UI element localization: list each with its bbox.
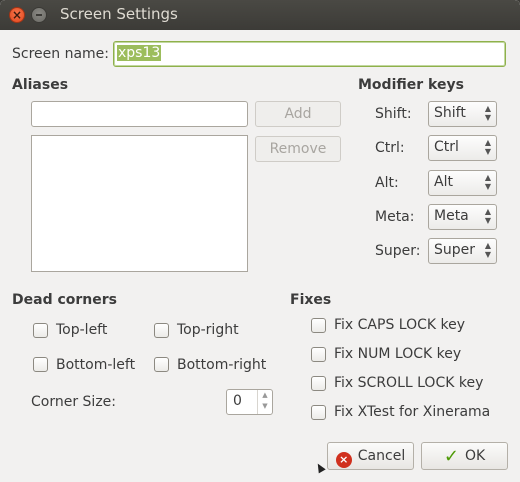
- shift-label: Shift:: [375, 106, 412, 122]
- bottom-right-checkbox[interactable]: [154, 357, 169, 372]
- alt-value: Alt: [434, 174, 453, 190]
- title-bar: × Screen Settings: [0, 0, 520, 30]
- fix-scroll-lock-label[interactable]: Fix SCROLL LOCK key: [334, 375, 483, 391]
- window-title: Screen Settings: [60, 5, 178, 23]
- super-value: Super: [434, 242, 476, 258]
- fix-xtest-checkbox[interactable]: [311, 405, 326, 420]
- ok-button[interactable]: ✓ OK: [421, 442, 508, 470]
- spin-arrows-icon: ▲ ▼: [484, 207, 491, 225]
- screen-settings-dialog: × Screen Settings Screen name: xps13 Ali…: [0, 0, 520, 482]
- corner-size-value: 0: [233, 393, 242, 409]
- alt-select[interactable]: Alt ▲ ▼: [428, 170, 497, 196]
- alt-label: Alt:: [375, 175, 399, 191]
- close-icon[interactable]: ×: [9, 7, 25, 23]
- spin-arrows-icon: ▲ ▼: [484, 138, 491, 156]
- modifier-keys-heading: Modifier keys: [358, 77, 464, 93]
- remove-alias-button[interactable]: Remove: [255, 136, 341, 162]
- spin-arrows-icon[interactable]: ▲ ▼: [257, 390, 272, 414]
- spin-arrows-icon: ▲ ▼: [484, 241, 491, 259]
- checkmark-icon: ✓: [443, 446, 459, 467]
- fix-caps-lock-checkbox[interactable]: [311, 318, 326, 333]
- ctrl-select[interactable]: Ctrl ▲ ▼: [428, 135, 497, 161]
- shift-select[interactable]: Shift ▲ ▼: [428, 101, 497, 127]
- corner-size-label: Corner Size:: [31, 394, 116, 410]
- top-left-checkbox[interactable]: [33, 323, 48, 338]
- cancel-icon: ×: [335, 452, 352, 468]
- fix-num-lock-label[interactable]: Fix NUM LOCK key: [334, 346, 461, 362]
- super-select[interactable]: Super ▲ ▼: [428, 238, 497, 264]
- cancel-button[interactable]: × Cancel: [327, 442, 414, 470]
- screen-name-value: xps13: [117, 45, 162, 61]
- screen-name-input[interactable]: xps13: [113, 41, 506, 67]
- bottom-right-label[interactable]: Bottom-right: [177, 357, 266, 373]
- meta-value: Meta: [434, 208, 469, 224]
- aliases-heading: Aliases: [12, 77, 69, 93]
- add-alias-button[interactable]: Add: [255, 101, 341, 127]
- top-right-label[interactable]: Top-right: [177, 322, 239, 338]
- fix-xtest-label[interactable]: Fix XTest for Xinerama: [334, 404, 490, 420]
- meta-label: Meta:: [375, 209, 415, 225]
- super-label: Super:: [375, 243, 421, 259]
- mouse-cursor-icon: [314, 461, 326, 474]
- bottom-left-checkbox[interactable]: [33, 357, 48, 372]
- shift-value: Shift: [434, 105, 466, 121]
- ctrl-value: Ctrl: [434, 139, 459, 155]
- ok-label: OK: [464, 448, 486, 464]
- fix-caps-lock-label[interactable]: Fix CAPS LOCK key: [334, 317, 465, 333]
- alias-input[interactable]: [31, 101, 248, 127]
- minimize-icon[interactable]: [31, 7, 47, 23]
- cancel-label: Cancel: [357, 448, 406, 464]
- top-right-checkbox[interactable]: [154, 323, 169, 338]
- top-left-label[interactable]: Top-left: [56, 322, 107, 338]
- bottom-left-label[interactable]: Bottom-left: [56, 357, 135, 373]
- spin-arrows-icon: ▲ ▼: [484, 173, 491, 191]
- spin-arrows-icon: ▲ ▼: [484, 104, 491, 122]
- fix-scroll-lock-checkbox[interactable]: [311, 376, 326, 391]
- corner-size-spinner[interactable]: 0 ▲ ▼: [226, 389, 273, 415]
- fixes-heading: Fixes: [290, 292, 332, 308]
- meta-select[interactable]: Meta ▲ ▼: [428, 204, 497, 230]
- screen-name-label: Screen name:: [12, 46, 110, 62]
- alias-list[interactable]: [31, 135, 248, 272]
- dead-corners-heading: Dead corners: [12, 292, 117, 308]
- fix-num-lock-checkbox[interactable]: [311, 347, 326, 362]
- ctrl-label: Ctrl:: [375, 140, 405, 156]
